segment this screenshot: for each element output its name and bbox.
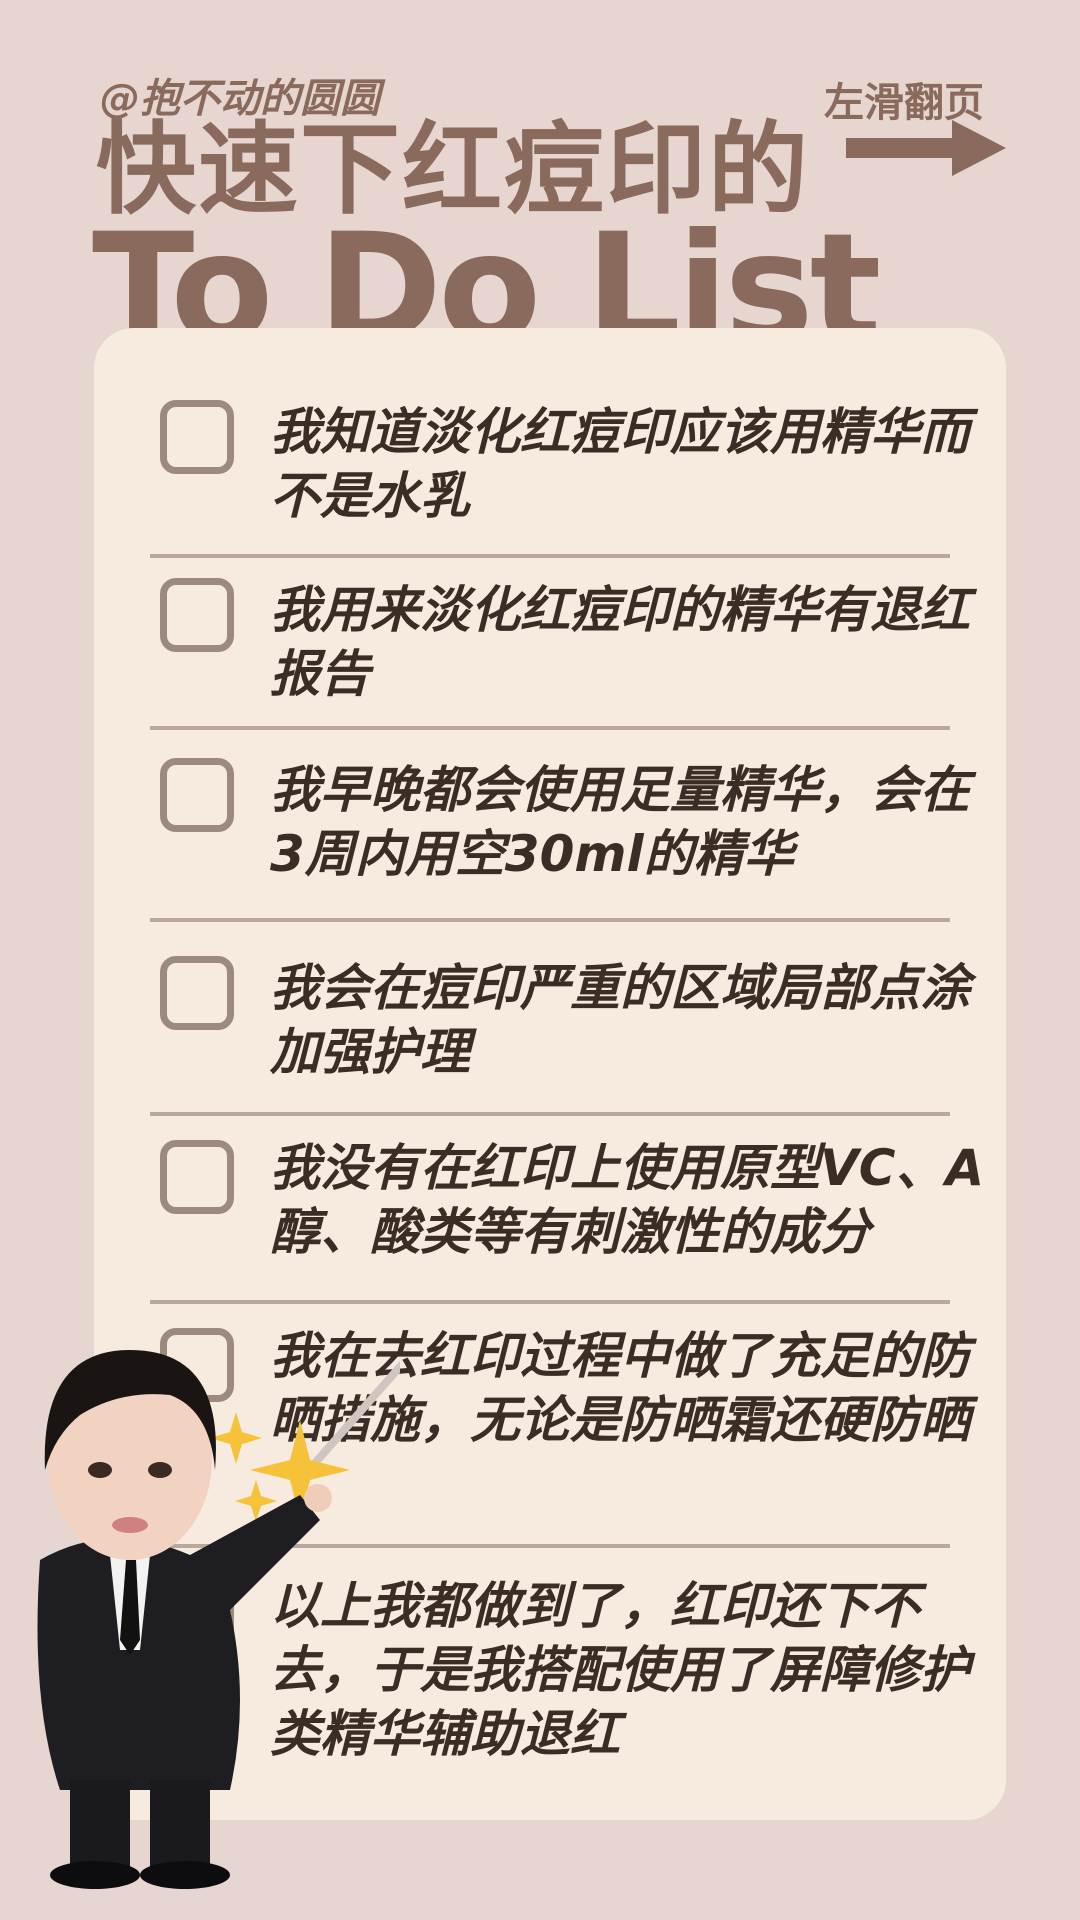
divider xyxy=(150,1300,950,1304)
list-item-text: 我用来淡化红痘印的精华有退红报告 xyxy=(270,581,970,703)
pointer-stick xyxy=(297,1360,400,1483)
list-item-text: 我早晚都会使用足量精华，会在3周内用空30ml的精华 xyxy=(270,761,970,883)
list-item-text: 我没有在红印上使用原型VC、A醇、酸类等有刺激性的成分 xyxy=(270,1139,985,1261)
checkbox[interactable] xyxy=(160,400,234,474)
divider xyxy=(150,726,950,730)
list-item-text: 我知道淡化红痘印应该用精华而不是水乳 xyxy=(270,403,970,525)
checkbox[interactable] xyxy=(160,956,234,1030)
arrow-right-icon xyxy=(846,120,1006,176)
divider xyxy=(150,1112,950,1116)
list-item-text: 我会在痘印严重的区域局部点涂加强护理 xyxy=(270,959,970,1081)
presenter-figure-image xyxy=(37,1350,400,1889)
checkbox[interactable] xyxy=(160,1140,234,1214)
divider xyxy=(150,918,950,922)
checkbox[interactable] xyxy=(160,578,234,652)
divider xyxy=(150,554,950,558)
checkbox[interactable] xyxy=(160,758,234,832)
